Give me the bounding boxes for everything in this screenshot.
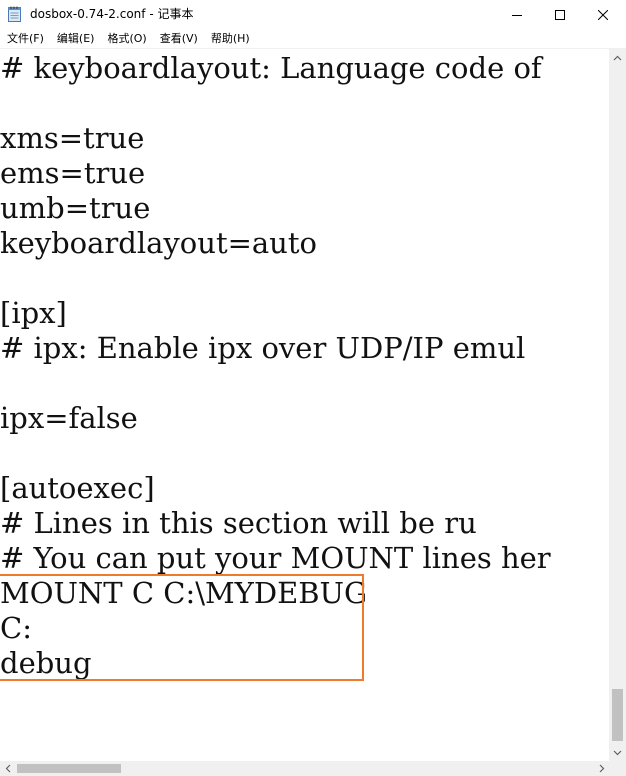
notepad-window: dosbox-0.74-2.conf - 记事本 文件(F) 编辑(E) 格式(…: [0, 0, 626, 776]
menu-help[interactable]: 帮助(H): [204, 29, 256, 48]
editor-line: xms=true: [0, 121, 145, 155]
highlight-annotation-box: [0, 574, 364, 681]
editor-line: ems=true: [0, 156, 146, 190]
menu-view[interactable]: 查看(V): [153, 29, 204, 48]
menu-file[interactable]: 文件(F): [0, 29, 50, 48]
editor-line: # keyboardlayout: Language code of: [0, 51, 542, 85]
editor-line: [autoexec]: [0, 471, 155, 505]
window-title: dosbox-0.74-2.conf - 记事本: [30, 7, 194, 21]
scroll-down-button[interactable]: [609, 744, 626, 761]
menu-format[interactable]: 格式(O): [100, 29, 152, 48]
maximize-button[interactable]: [537, 0, 583, 29]
vertical-scroll-thumb[interactable]: [612, 689, 623, 741]
menu-edit[interactable]: 编辑(E): [50, 29, 101, 48]
editor-line: ipx=false: [0, 401, 138, 435]
editor-line: [ipx]: [0, 296, 67, 330]
scroll-up-button[interactable]: [609, 49, 626, 66]
horizontal-scroll-thumb[interactable]: [17, 764, 121, 773]
scroll-left-button[interactable]: [0, 761, 15, 776]
text-editor[interactable]: # keyboardlayout: Language code of xms=t…: [0, 49, 609, 761]
close-icon: [598, 9, 608, 20]
close-button[interactable]: [580, 0, 626, 29]
notepad-icon: [8, 6, 22, 22]
editor-line: keyboardlayout=auto: [0, 226, 317, 260]
editor-line: # ipx: Enable ipx over UDP/IP emul: [0, 331, 526, 365]
vertical-scrollbar[interactable]: [609, 49, 626, 761]
minimize-button[interactable]: [494, 0, 540, 29]
editor-line: # Lines in this section will be ru: [0, 506, 477, 540]
horizontal-scrollbar[interactable]: [0, 761, 609, 776]
chevron-left-icon: [5, 764, 10, 773]
chevron-up-icon: [613, 55, 622, 60]
chevron-down-icon: [613, 750, 622, 755]
chevron-right-icon: [599, 764, 604, 773]
minimize-icon: [512, 14, 522, 16]
title-bar[interactable]: dosbox-0.74-2.conf - 记事本: [0, 0, 626, 29]
maximize-icon: [555, 9, 565, 20]
menu-bar: 文件(F) 编辑(E) 格式(O) 查看(V) 帮助(H): [0, 29, 626, 48]
scroll-right-button[interactable]: [594, 761, 609, 776]
editor-line: # You can put your MOUNT lines her: [0, 541, 551, 575]
scrollbar-corner: [609, 761, 626, 776]
editor-line: umb=true: [0, 191, 151, 225]
